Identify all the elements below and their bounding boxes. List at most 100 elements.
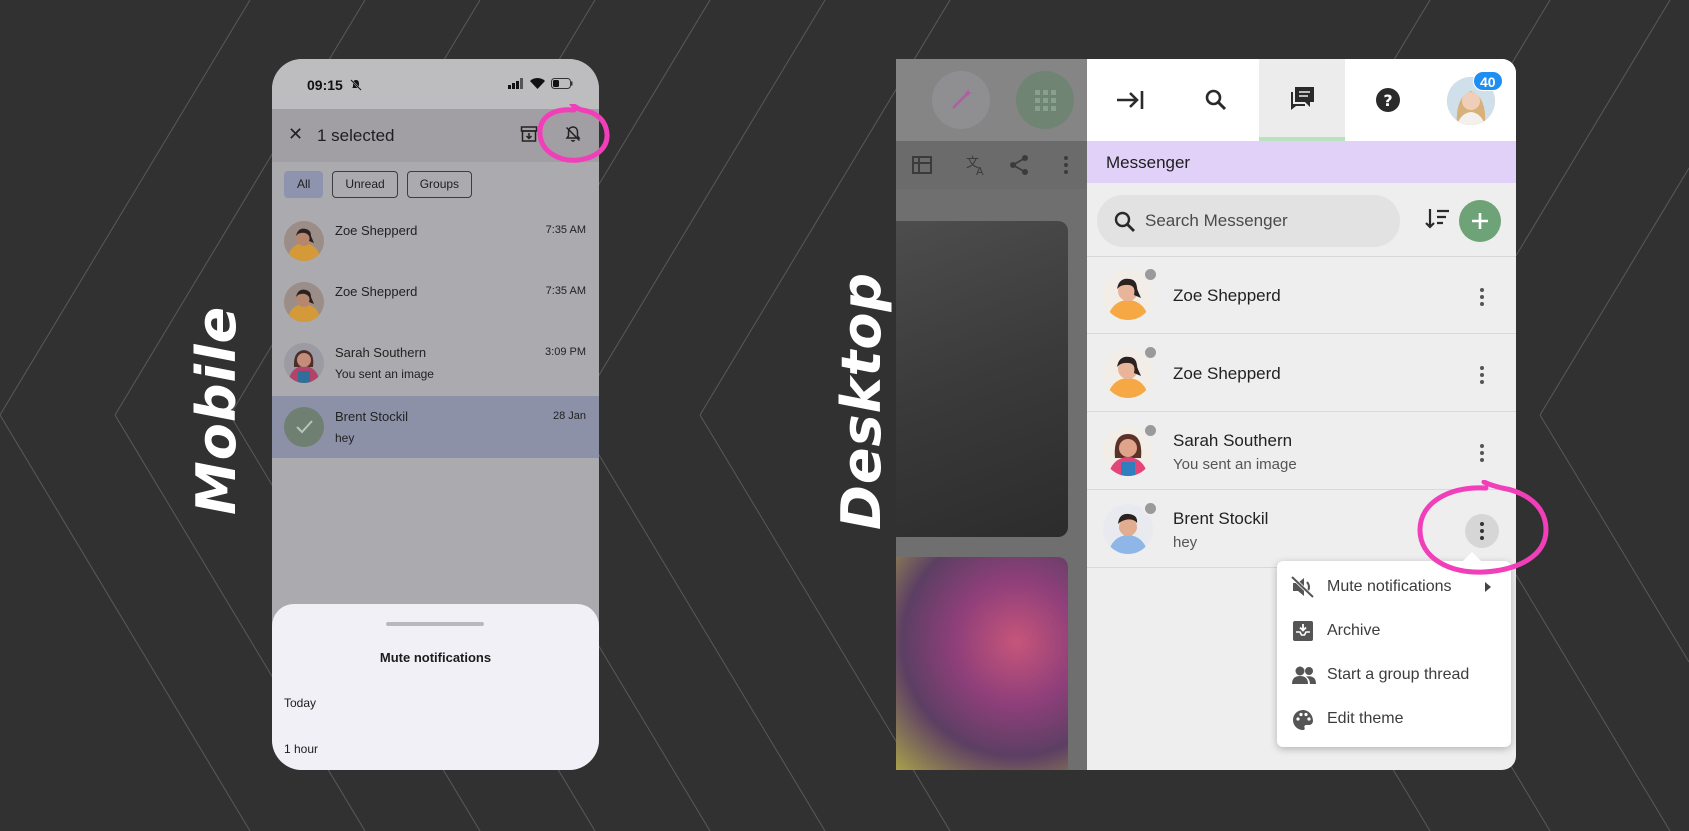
submenu-arrow-icon: [1485, 582, 1491, 592]
menu-item-edit-theme[interactable]: Edit theme: [1277, 697, 1511, 741]
plus-icon: [1472, 213, 1488, 229]
svg-text:A: A: [976, 165, 984, 177]
contact-name: Zoe Shepperd: [335, 284, 418, 299]
search-input[interactable]: [1145, 208, 1385, 234]
mute-bell-icon[interactable]: [564, 125, 582, 143]
contact-name: Sarah Southern: [335, 345, 427, 360]
more-options-button[interactable]: [1465, 436, 1499, 470]
table-icon[interactable]: [912, 155, 932, 175]
message-preview: You sent an image: [1173, 456, 1297, 473]
avatar: [284, 282, 324, 322]
help-button[interactable]: ?: [1345, 59, 1431, 141]
notification-badge: 40: [1473, 71, 1503, 91]
checkmark-icon: [296, 420, 313, 434]
status-dot: [1143, 423, 1158, 438]
battery-icon: [551, 78, 573, 89]
message-preview: You sent an image: [335, 367, 434, 381]
group-icon: [1292, 666, 1316, 684]
avatar: [284, 343, 324, 383]
mobile-screen: 09:15 ✕ 1 selected All Unread Groups Zoe…: [272, 59, 599, 770]
more-options-button-active[interactable]: [1465, 514, 1499, 548]
speaker-muted-icon: [1291, 576, 1315, 598]
conversation-row[interactable]: Sarah Southern You sent an image 3:09 PM: [272, 332, 599, 394]
mobile-label: Mobile: [185, 305, 248, 515]
status-dot: [1143, 501, 1158, 516]
filter-chip-groups[interactable]: Groups: [406, 171, 473, 198]
contact-name: Sarah Southern: [1173, 431, 1293, 450]
close-icon[interactable]: ✕: [288, 124, 303, 145]
menu-item-label: Archive: [1327, 622, 1381, 639]
magic-wand-button[interactable]: [932, 71, 990, 129]
sheet-title: Mute notifications: [379, 650, 492, 665]
page-title: Messenger: [1106, 153, 1191, 172]
conversation-row[interactable]: Zoe Shepperd: [1087, 257, 1516, 334]
menu-item-label: Start a group thread: [1327, 666, 1470, 683]
desktop-screen: 文A ? 40 Messenger Search Messenger Zoe S…: [896, 59, 1516, 770]
contact-name: Brent Stockil: [1173, 509, 1269, 528]
filter-chip-all[interactable]: All: [284, 171, 324, 198]
messenger-tab[interactable]: [1259, 59, 1345, 141]
selection-bar: ✕ 1 selected: [272, 109, 599, 162]
timestamp: 7:35 AM: [545, 224, 586, 236]
collapse-panel-icon: [1117, 91, 1144, 109]
menu-item-label: Mute notifications: [1327, 578, 1452, 595]
mute-option-today[interactable]: Today: [284, 696, 316, 710]
more-options-button[interactable]: [1465, 280, 1499, 314]
translate-icon[interactable]: 文A: [964, 153, 988, 177]
wifi-icon: [530, 78, 545, 89]
svg-text:?: ?: [1383, 91, 1392, 110]
panel-nav: ? 40: [1087, 59, 1516, 141]
conversation-row[interactable]: Zoe Shepperd 7:35 AM: [272, 210, 599, 272]
conversation-row[interactable]: Sarah Southern You sent an image: [1087, 413, 1516, 490]
apps-grid-button[interactable]: [1016, 71, 1074, 129]
help-icon: ?: [1376, 88, 1400, 112]
conversation-row[interactable]: Brent Stockil hey: [1087, 491, 1516, 568]
conversation-row[interactable]: Zoe Shepperd 7:35 AM: [272, 271, 599, 333]
menu-item-archive[interactable]: Archive: [1277, 609, 1511, 653]
grid-icon: [1035, 90, 1056, 111]
status-dot: [1143, 267, 1158, 282]
message-preview: hey: [1173, 534, 1198, 551]
share-icon[interactable]: [1008, 154, 1030, 176]
more-vertical-icon: [1480, 366, 1484, 384]
status-bar: 09:15: [272, 59, 599, 109]
menu-item-start-group-thread[interactable]: Start a group thread: [1277, 653, 1511, 697]
archive-icon[interactable]: [520, 125, 538, 143]
more-vertical-icon[interactable]: [1062, 154, 1070, 176]
desktop-label: Desktop: [830, 271, 893, 530]
contact-name: Zoe Shepperd: [1173, 364, 1281, 383]
status-dot: [1143, 345, 1158, 360]
more-options-button[interactable]: [1465, 358, 1499, 392]
selection-count: 1 selected: [317, 126, 395, 145]
mute-bottom-sheet: Mute notifications Today 1 hour: [272, 604, 599, 770]
avatar: [284, 221, 324, 261]
sheet-handle[interactable]: [386, 622, 484, 626]
status-time: 09:15: [307, 77, 343, 93]
archive-icon: [1293, 621, 1313, 641]
collapse-panel-button[interactable]: [1087, 59, 1173, 141]
page-topbar: [896, 59, 1087, 141]
sort-icon[interactable]: [1424, 207, 1450, 229]
search-button[interactable]: [1173, 59, 1259, 141]
bell-muted-icon: [350, 79, 362, 91]
conversation-row-selected[interactable]: Brent Stockil hey 28 Jan: [272, 396, 599, 458]
conversation-context-menu: Mute notifications Archive Start a group…: [1277, 552, 1511, 747]
more-vertical-icon: [1480, 288, 1484, 306]
contact-name: Zoe Shepperd: [1173, 286, 1281, 305]
message-preview: hey: [335, 431, 355, 445]
filter-chip-unread[interactable]: Unread: [332, 171, 398, 198]
palette-icon: [1293, 710, 1313, 730]
search-icon: [1205, 89, 1227, 111]
selected-check[interactable]: [284, 407, 324, 447]
menu-item-mute-notifications[interactable]: Mute notifications: [1277, 565, 1511, 609]
messenger-search[interactable]: [1097, 195, 1400, 247]
messenger-panel: ? 40 Messenger Zoe Shepperd: [1087, 59, 1516, 770]
conversation-row[interactable]: Zoe Shepperd: [1087, 335, 1516, 412]
post-image[interactable]: [896, 221, 1068, 537]
new-message-button[interactable]: [1459, 200, 1501, 242]
messenger-icon: [1291, 87, 1314, 110]
contact-name: Zoe Shepperd: [335, 223, 418, 238]
post-image[interactable]: [896, 557, 1068, 770]
mute-option-1-hour[interactable]: 1 hour: [284, 742, 318, 756]
timestamp: 7:35 AM: [545, 285, 586, 297]
